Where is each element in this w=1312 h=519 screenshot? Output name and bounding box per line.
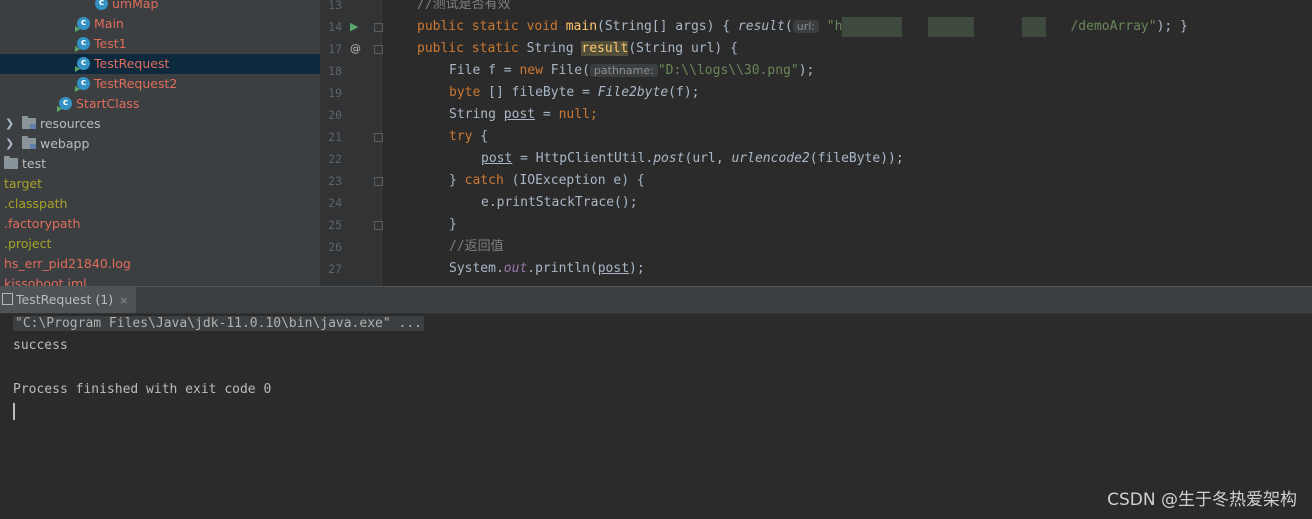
code-line-23: } catch (IOException e) {	[449, 173, 645, 188]
project-tree: c umMap c Main c Test1 c TestRequest c T…	[0, 0, 320, 286]
param-hint: pathname:	[589, 64, 658, 77]
folder-icon	[22, 136, 36, 149]
code-line-20: String post = null;	[449, 107, 598, 122]
chevron-right-icon[interactable]: ❯	[5, 114, 14, 134]
tree-item-testrequest2[interactable]: c TestRequest2	[0, 74, 320, 94]
redacted-text	[1022, 16, 1047, 37]
line-number: 21	[328, 130, 342, 144]
code-line-19: byte [] fileByte = File2byte(f);	[449, 85, 700, 100]
tree-item-testrequest[interactable]: c TestRequest	[0, 54, 320, 74]
redacted-text	[842, 16, 903, 37]
line-number: 13	[328, 0, 342, 12]
tree-item-hs-err-log[interactable]: hs_err_pid21840.log	[0, 254, 320, 274]
fold-icon[interactable]	[374, 23, 383, 32]
tree-item-resources[interactable]: ❯ resources	[0, 114, 320, 134]
line-number: 22	[328, 152, 342, 166]
run-tab-label: TestRequest (1)	[16, 292, 114, 307]
chevron-right-icon[interactable]: ❯	[5, 134, 14, 154]
close-icon[interactable]: ×	[119, 294, 128, 307]
line-number: 24	[328, 196, 342, 210]
line-number: 25	[328, 218, 342, 232]
line-number: 19	[328, 86, 342, 100]
text-caret	[13, 403, 15, 420]
param-hint: url:	[792, 20, 819, 33]
line-number: 18	[328, 64, 342, 78]
folder-icon	[4, 156, 18, 169]
tree-item-webapp[interactable]: ❯ webapp	[0, 134, 320, 154]
code-line-27: System.out.println(post);	[449, 261, 645, 276]
tree-item-project[interactable]: .project	[0, 234, 320, 254]
console-output-line: success	[13, 338, 68, 353]
code-line-14: public static void main(String[] args) {…	[417, 16, 1188, 38]
class-icon: c	[75, 37, 90, 52]
code-line-22: post = HttpClientUtil.post(url, urlencod…	[481, 151, 904, 166]
watermark: CSDN @生于冬热爱架构	[1107, 490, 1297, 510]
line-number: 26	[328, 240, 342, 254]
code-line-24: e.printStackTrace();	[481, 195, 638, 210]
class-icon: c	[75, 77, 90, 92]
line-number: 20	[328, 108, 342, 122]
tree-item-test[interactable]: test	[0, 154, 320, 174]
redacted-text	[928, 16, 975, 37]
code-line-13: //测试是否有效	[417, 0, 511, 12]
line-number: 14	[328, 20, 342, 34]
run-tab-testrequest[interactable]: TestRequest (1) ×	[0, 287, 137, 313]
code-line-26: //返回值	[449, 239, 504, 254]
code-line-18: File f = new File(pathname: "D:\\logs\\30…	[449, 63, 815, 78]
line-number: 17	[328, 42, 342, 56]
console-icon	[2, 293, 13, 305]
fold-icon[interactable]	[374, 133, 383, 142]
class-icon: c	[75, 57, 90, 72]
run-tab-bar: TestRequest (1) ×	[0, 287, 1312, 314]
override-gutter-icon[interactable]: @	[350, 38, 361, 60]
tree-item-startclass[interactable]: c StartClass	[0, 94, 320, 114]
code-line-25: }	[449, 217, 457, 232]
fold-icon[interactable]	[374, 177, 383, 186]
tree-item-test1[interactable]: c Test1	[0, 34, 320, 54]
tree-item-classpath[interactable]: .classpath	[0, 194, 320, 214]
line-number: 23	[328, 174, 342, 188]
tree-item-ummap[interactable]: c umMap	[0, 0, 320, 14]
run-gutter-icon[interactable]: ▶	[350, 16, 358, 38]
tree-item-factorypath[interactable]: .factorypath	[0, 214, 320, 234]
class-icon: c	[95, 0, 108, 10]
class-icon: c	[75, 17, 90, 32]
tree-item-iml[interactable]: kissoboot.iml	[0, 274, 320, 286]
class-icon: c	[57, 97, 72, 112]
console-output-line: Process finished with exit code 0	[13, 382, 272, 397]
tree-item-main[interactable]: c Main	[0, 14, 320, 34]
fold-icon[interactable]	[374, 45, 383, 54]
code-line-17: public static String result(String url) …	[417, 41, 738, 56]
folder-icon	[22, 116, 36, 129]
console-command-line[interactable]: "C:\Program Files\Java\jdk-11.0.10\bin\j…	[13, 313, 424, 335]
line-number: 27	[328, 262, 342, 276]
tree-item-target[interactable]: target	[0, 174, 320, 194]
fold-icon[interactable]	[374, 221, 383, 230]
code-line-21: try {	[449, 129, 489, 144]
